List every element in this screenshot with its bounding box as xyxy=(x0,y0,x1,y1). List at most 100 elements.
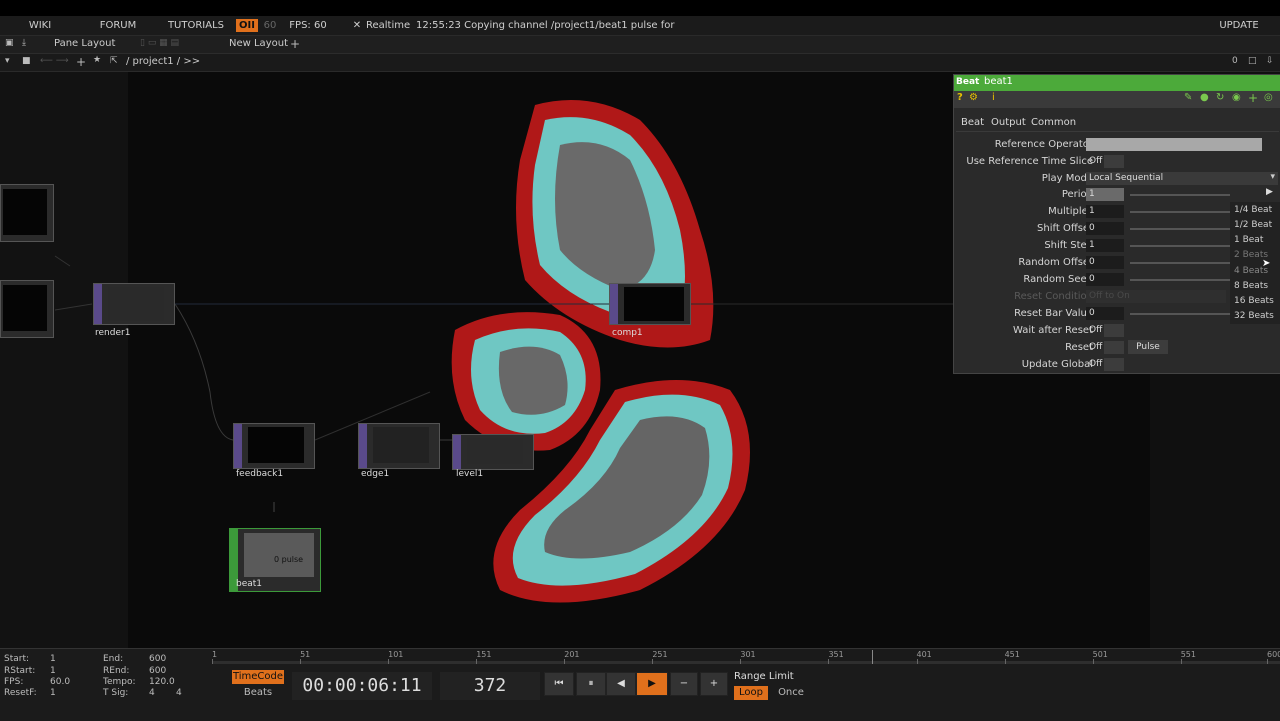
target-icon[interactable]: ◎ xyxy=(1264,92,1273,103)
chevron-down-icon[interactable]: ▾ xyxy=(5,56,10,66)
step-back-button[interactable]: ◀ xyxy=(606,672,636,696)
link-icon[interactable]: ⇱ xyxy=(110,56,118,66)
left-node-top[interactable] xyxy=(0,184,54,242)
param-shift-step-slider[interactable] xyxy=(1130,245,1230,247)
gear-icon[interactable]: ◉ xyxy=(1232,92,1241,103)
rstart-value[interactable]: 1 xyxy=(50,666,56,676)
rend-value[interactable]: 600 xyxy=(149,666,166,676)
beats-button[interactable]: Beats xyxy=(232,686,284,700)
param-reset-value[interactable]: Off xyxy=(1086,341,1102,354)
wiki-link[interactable]: WIKI xyxy=(20,16,60,35)
end-value[interactable]: 600 xyxy=(149,654,166,664)
play-button[interactable]: ▶ xyxy=(636,672,668,696)
beat1-node[interactable]: 0 pulse beat1 xyxy=(229,528,321,592)
start-value[interactable]: 1 xyxy=(50,654,56,664)
pulse-button[interactable]: Pulse xyxy=(1128,340,1168,354)
pause-button[interactable]: ⏸ xyxy=(576,672,606,696)
tsig-denominator[interactable]: 4 xyxy=(176,688,182,698)
python-icon[interactable]: ⚙ xyxy=(969,92,978,103)
tab-output[interactable]: Output xyxy=(991,117,1026,128)
param-reset-toggle[interactable] xyxy=(1104,341,1124,354)
period-option-32-beats[interactable]: 32 Beats xyxy=(1234,311,1274,321)
param-shift-step-value[interactable]: 1 xyxy=(1086,239,1095,252)
op-name[interactable]: beat1 xyxy=(984,76,1013,87)
cycle-icon[interactable]: ↻ xyxy=(1216,92,1224,103)
realtime-toggle[interactable]: Realtime xyxy=(366,16,410,35)
edit-icon[interactable]: ✎ xyxy=(1184,92,1192,103)
skip-start-button[interactable]: ⏮ xyxy=(544,672,574,696)
once-button[interactable]: Once xyxy=(774,686,808,700)
loop-button[interactable]: Loop xyxy=(734,686,768,700)
period-option-16-beats[interactable]: 16 Beats xyxy=(1234,296,1274,306)
render1-node[interactable] xyxy=(93,283,175,325)
timecode-display[interactable]: 00:00:06:11 xyxy=(292,672,432,700)
param-random-offset-value[interactable]: 0 xyxy=(1086,256,1095,269)
tab-beat[interactable]: Beat xyxy=(961,117,984,128)
playhead-marker[interactable] xyxy=(872,650,873,664)
tempo-value[interactable]: 120.0 xyxy=(149,677,175,687)
frame-display[interactable]: 372 xyxy=(440,672,540,700)
pin-icon[interactable]: ⤓ xyxy=(22,38,26,48)
fps-value[interactable]: 60.0 xyxy=(50,677,70,687)
param-wait-after-reset-toggle[interactable] xyxy=(1104,324,1124,337)
layout-split-icons[interactable]: ▯ ▭ ▦ ▤ xyxy=(140,38,179,48)
param-play-mode-menu[interactable]: Local Sequential ▾ xyxy=(1086,172,1278,185)
param-update-global-toggle[interactable] xyxy=(1104,358,1124,371)
timecode-button[interactable]: TimeCode xyxy=(232,670,284,684)
param-random-seed-slider[interactable] xyxy=(1130,279,1230,281)
new-layout-label[interactable]: New Layout xyxy=(229,38,288,49)
param-multiples-slider[interactable] xyxy=(1130,211,1230,213)
param-multiples-value[interactable]: 1 xyxy=(1086,205,1095,218)
param-period-value[interactable]: 1 xyxy=(1086,188,1095,201)
add-layout-icon[interactable]: + xyxy=(290,37,300,51)
realtime-x-icon[interactable]: ✕ xyxy=(351,16,363,35)
resetf-value[interactable]: 1 xyxy=(50,688,56,698)
param-reference-operator-field[interactable] xyxy=(1086,138,1262,151)
menu-arrow-icon[interactable]: ▶ xyxy=(1266,187,1273,197)
param-shift-offset-slider[interactable] xyxy=(1130,228,1230,230)
step-back-frame-button[interactable]: − xyxy=(670,672,698,696)
back-icon[interactable]: ⟵ ⟶ xyxy=(40,56,69,66)
network-path[interactable]: / project1 / >> xyxy=(126,56,200,67)
maximize-icon[interactable]: □ xyxy=(1248,56,1257,66)
param-use-ref-timeslice-toggle[interactable] xyxy=(1104,155,1124,168)
param-reset-bar-value-value[interactable]: 0 xyxy=(1086,307,1095,320)
period-option-8-beats[interactable]: 8 Beats xyxy=(1234,281,1268,291)
help-icon[interactable]: ? xyxy=(957,92,963,103)
info-icon[interactable]: i xyxy=(992,92,995,103)
stop-icon[interactable]: ■ xyxy=(22,56,31,66)
param-shift-offset-value[interactable]: 0 xyxy=(1086,222,1095,235)
add-icon[interactable]: + xyxy=(1248,91,1258,105)
level1-node[interactable] xyxy=(452,434,534,470)
step-forward-frame-button[interactable]: + xyxy=(700,672,728,696)
period-option-half-beat[interactable]: 1/2 Beat xyxy=(1234,220,1272,230)
oii-button[interactable]: OII xyxy=(236,19,258,32)
period-option-1-beat[interactable]: 1 Beat xyxy=(1234,235,1263,245)
pin-icon[interactable]: ⇩ xyxy=(1266,56,1274,66)
tab-common[interactable]: Common xyxy=(1031,117,1076,128)
comp1-node[interactable] xyxy=(609,283,691,325)
update-button[interactable]: UPDATE xyxy=(1212,16,1266,35)
star-icon[interactable]: ★ xyxy=(93,55,101,65)
add-icon[interactable]: + xyxy=(76,55,86,69)
pane-layout-label[interactable]: Pane Layout xyxy=(54,38,115,49)
param-random-offset-slider[interactable] xyxy=(1130,262,1230,264)
param-use-ref-timeslice-value[interactable]: Off xyxy=(1086,155,1102,168)
pane-icon[interactable]: ▣ xyxy=(5,38,14,48)
period-option-quarter-beat[interactable]: 1/4 Beat xyxy=(1234,205,1272,215)
comment-icon[interactable]: ● xyxy=(1200,92,1209,103)
param-reset-bar-value-slider[interactable] xyxy=(1130,313,1230,315)
left-node-bottom[interactable] xyxy=(0,280,54,338)
forum-link[interactable]: FORUM xyxy=(95,16,141,35)
param-random-seed-value[interactable]: 0 xyxy=(1086,273,1095,286)
ruler-tick-mark xyxy=(476,659,478,664)
edge1-node[interactable] xyxy=(358,423,440,469)
tsig-numerator[interactable]: 4 xyxy=(149,688,155,698)
tutorials-link[interactable]: TUTORIALS xyxy=(165,16,227,35)
pane-toolbar: ▣ ⤓ Pane Layout ▯ ▭ ▦ ▤ New Layout + xyxy=(0,36,1280,54)
feedback1-node[interactable] xyxy=(233,423,315,469)
param-period-slider[interactable] xyxy=(1130,194,1230,196)
param-update-global-value[interactable]: Off xyxy=(1086,358,1102,371)
timeline-ruler[interactable]: 1 51 101 151 201 251 301 351 401 451 501 551 600 xyxy=(212,650,1280,664)
param-wait-after-reset-value[interactable]: Off xyxy=(1086,324,1102,337)
